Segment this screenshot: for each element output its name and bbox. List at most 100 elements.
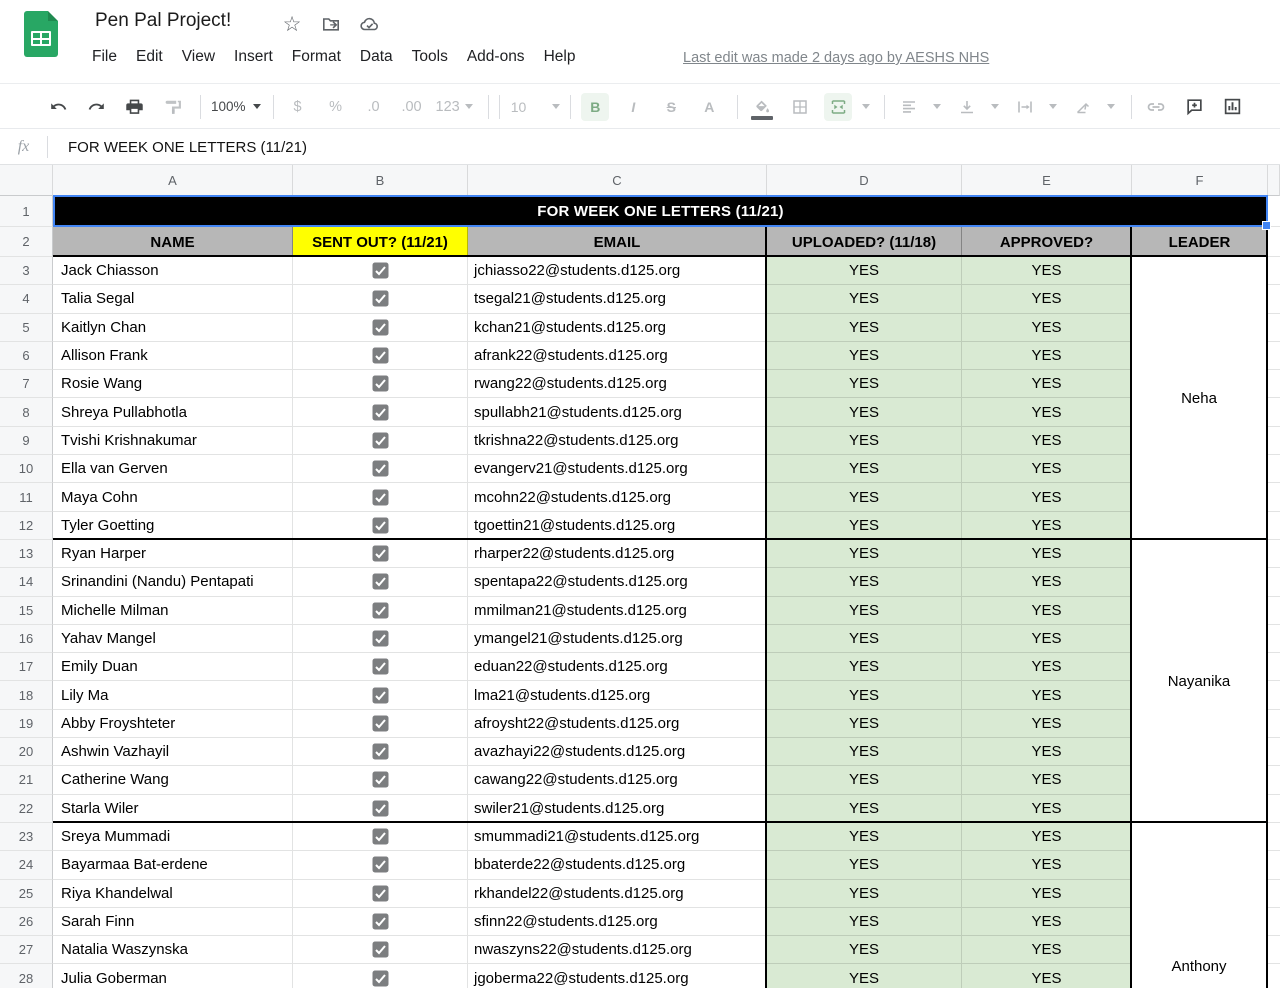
- cell-email[interactable]: lma21@students.d125.org: [468, 681, 767, 710]
- cell-name[interactable]: Sreya Mummadi: [53, 822, 293, 852]
- cell-uploaded[interactable]: YES: [767, 794, 962, 823]
- undo-button[interactable]: [44, 93, 72, 121]
- cell-name[interactable]: Emily Duan: [53, 653, 293, 682]
- header-approved[interactable]: APPROVED?: [962, 227, 1132, 257]
- checkbox-checked-icon[interactable]: [372, 856, 389, 873]
- text-rotation-button[interactable]: [1069, 93, 1097, 121]
- move-to-folder-icon[interactable]: [319, 12, 343, 36]
- cell-email[interactable]: eduan22@students.d125.org: [468, 653, 767, 682]
- cell-uploaded[interactable]: YES: [767, 285, 962, 314]
- row-number-15[interactable]: 15: [0, 596, 53, 625]
- menu-insert[interactable]: Insert: [234, 48, 273, 66]
- insert-link-button[interactable]: [1142, 93, 1170, 121]
- text-rotation-dropdown-spacer[interactable]: [1049, 104, 1058, 109]
- cell-name[interactable]: Natalia Waszynska: [53, 936, 293, 965]
- row-number-5[interactable]: 5: [0, 313, 53, 342]
- cell-email[interactable]: tsegal21@students.d125.org: [468, 285, 767, 314]
- cell-name[interactable]: Lily Ma: [53, 681, 293, 710]
- cell-email[interactable]: swiler21@students.d125.org: [468, 794, 767, 823]
- insert-chart-button[interactable]: [1218, 93, 1246, 121]
- column-header-D[interactable]: D: [767, 165, 962, 196]
- cell-name[interactable]: Shreya Pullabhotla: [53, 398, 293, 427]
- column-header-B[interactable]: B: [293, 165, 468, 196]
- cell-approved[interactable]: YES: [962, 766, 1132, 795]
- cell-name[interactable]: Catherine Wang: [53, 766, 293, 795]
- cell-approved[interactable]: YES: [962, 455, 1132, 484]
- star-icon[interactable]: ☆: [280, 12, 304, 36]
- checkbox-checked-icon[interactable]: [372, 290, 389, 307]
- cell-approved[interactable]: YES: [962, 879, 1132, 908]
- cell-name[interactable]: Rosie Wang: [53, 370, 293, 399]
- cell-name[interactable]: Kaitlyn Chan: [53, 313, 293, 342]
- checkbox-checked-icon[interactable]: [372, 885, 389, 902]
- cell-uploaded[interactable]: YES: [767, 455, 962, 484]
- cell-uploaded[interactable]: YES: [767, 341, 962, 371]
- cell-approved[interactable]: YES: [962, 568, 1132, 597]
- checkbox-checked-icon[interactable]: [372, 687, 389, 704]
- cell-uploaded[interactable]: YES: [767, 568, 962, 597]
- decrease-decimal-button[interactable]: .0: [360, 93, 388, 121]
- checkbox-checked-icon[interactable]: [372, 771, 389, 788]
- cell-uploaded[interactable]: YES: [767, 738, 962, 767]
- row-number-7[interactable]: 7: [0, 370, 53, 399]
- last-edit-link[interactable]: Last edit was made 2 days ago by AESHS N…: [683, 50, 989, 66]
- horizontal-align-button[interactable]: [895, 93, 923, 121]
- merge-cells-dropdown[interactable]: [862, 104, 871, 109]
- cell-email[interactable]: jchiasso22@students.d125.org: [468, 257, 767, 286]
- menu-data[interactable]: Data: [360, 48, 393, 66]
- paint-format-button[interactable]: [158, 93, 186, 121]
- cell-name[interactable]: Maya Cohn: [53, 483, 293, 512]
- row-number-23[interactable]: 23: [0, 822, 53, 852]
- cell-name[interactable]: Srinandini (Nandu) Pentapati: [53, 568, 293, 597]
- cell-approved[interactable]: YES: [962, 624, 1132, 654]
- cell-uploaded[interactable]: YES: [767, 936, 962, 965]
- checkbox-checked-icon[interactable]: [372, 404, 389, 421]
- checkbox-checked-icon[interactable]: [372, 800, 389, 817]
- checkbox-checked-icon[interactable]: [372, 573, 389, 590]
- row-number-24[interactable]: 24: [0, 851, 53, 880]
- row-number-11[interactable]: 11: [0, 483, 53, 512]
- text-color-button[interactable]: A: [695, 93, 723, 121]
- redo-button[interactable]: [82, 93, 110, 121]
- checkbox-checked-icon[interactable]: [372, 658, 389, 675]
- vertical-align-button[interactable]: [953, 93, 981, 121]
- cell-email[interactable]: spullabh21@students.d125.org: [468, 398, 767, 427]
- row-number-14[interactable]: 14: [0, 568, 53, 597]
- menu-format[interactable]: Format: [292, 48, 341, 66]
- cell-uploaded[interactable]: YES: [767, 964, 962, 988]
- cell-approved[interactable]: YES: [962, 539, 1132, 569]
- cell-email[interactable]: mmilman21@students.d125.org: [468, 596, 767, 625]
- cell-approved[interactable]: YES: [962, 370, 1132, 399]
- checkbox-checked-icon[interactable]: [372, 460, 389, 477]
- row-number-21[interactable]: 21: [0, 766, 53, 795]
- format-currency-button[interactable]: $: [284, 93, 312, 121]
- cell-uploaded[interactable]: YES: [767, 907, 962, 937]
- checkbox-checked-icon[interactable]: [372, 489, 389, 506]
- cell-email[interactable]: spentapa22@students.d125.org: [468, 568, 767, 597]
- cell-approved[interactable]: YES: [962, 257, 1132, 286]
- cell-uploaded[interactable]: YES: [767, 257, 962, 286]
- row-number-12[interactable]: 12: [0, 511, 53, 540]
- cell-email[interactable]: sfinn22@students.d125.org: [468, 907, 767, 937]
- leader-cell-anthony[interactable]: Anthony: [1132, 823, 1266, 988]
- row-number-18[interactable]: 18: [0, 681, 53, 710]
- row-number-20[interactable]: 20: [0, 738, 53, 767]
- menu-help[interactable]: Help: [544, 48, 576, 66]
- cell-uploaded[interactable]: YES: [767, 370, 962, 399]
- cell-email[interactable]: afroysht22@students.d125.org: [468, 709, 767, 739]
- cell-name[interactable]: Michelle Milman: [53, 596, 293, 625]
- strikethrough-button[interactable]: S: [657, 93, 685, 121]
- zoom-select[interactable]: 100%: [211, 99, 261, 114]
- cell-approved[interactable]: YES: [962, 596, 1132, 625]
- cell-email[interactable]: kchan21@students.d125.org: [468, 313, 767, 342]
- cell-name[interactable]: Starla Wiler: [53, 794, 293, 823]
- checkbox-checked-icon[interactable]: [372, 913, 389, 930]
- cell-name[interactable]: Abby Froyshteter: [53, 709, 293, 739]
- checkbox-checked-icon[interactable]: [372, 545, 389, 562]
- bold-button[interactable]: B: [581, 92, 610, 121]
- row-number-2[interactable]: 2: [0, 227, 53, 257]
- cell-email[interactable]: afrank22@students.d125.org: [468, 341, 767, 371]
- row-number-25[interactable]: 25: [0, 879, 53, 908]
- borders-button[interactable]: [786, 93, 814, 121]
- cell-approved[interactable]: YES: [962, 822, 1132, 852]
